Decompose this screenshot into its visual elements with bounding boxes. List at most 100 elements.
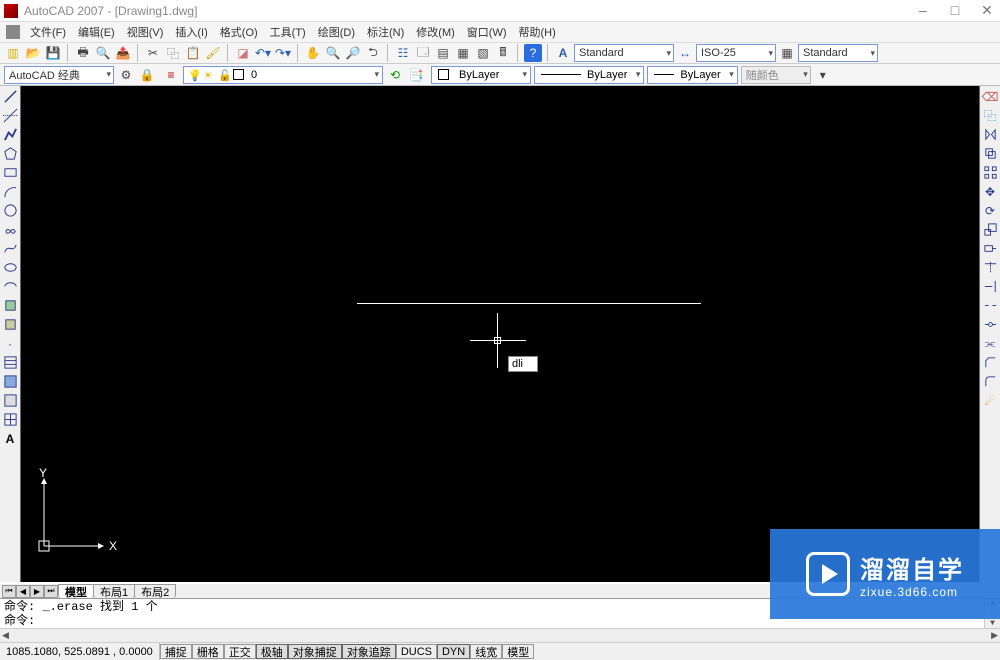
dimstyle-icon[interactable]: ↔	[676, 44, 694, 62]
tablestyle-icon[interactable]: ▦	[778, 44, 796, 62]
pline-icon[interactable]	[2, 126, 19, 143]
menu-window[interactable]: 窗口(W)	[461, 22, 513, 42]
offset-icon[interactable]	[982, 145, 999, 162]
mirror-icon[interactable]	[982, 126, 999, 143]
maximize-button[interactable]: □	[946, 2, 964, 19]
layer-prev-icon[interactable]: ⟲	[386, 66, 404, 84]
ellipse-arc-icon[interactable]	[2, 278, 19, 295]
trim-icon[interactable]	[982, 259, 999, 276]
snap-toggle[interactable]: 捕捉	[160, 644, 192, 659]
match-icon[interactable]: 🖌	[204, 44, 222, 62]
pan-icon[interactable]: ✋	[304, 44, 322, 62]
grid-toggle[interactable]: 栅格	[192, 644, 224, 659]
menu-dim[interactable]: 标注(N)	[361, 22, 410, 42]
osnap-toggle[interactable]: 对象捕捉	[288, 644, 342, 659]
point-icon[interactable]: ·	[2, 335, 19, 352]
table-icon[interactable]	[2, 411, 19, 428]
workspace-settings-icon[interactable]: ⚙	[117, 66, 135, 84]
ortho-toggle[interactable]: 正交	[224, 644, 256, 659]
table-style-dropdown[interactable]: Standard	[798, 44, 878, 62]
cut-icon[interactable]: ✂	[144, 44, 162, 62]
color-dropdown[interactable]: ByLayer	[431, 66, 531, 84]
fillet-icon[interactable]	[982, 373, 999, 390]
menu-draw[interactable]: 绘图(D)	[312, 22, 361, 42]
gradient-icon[interactable]	[2, 373, 19, 390]
zoom-win-icon[interactable]: 🔎	[344, 44, 362, 62]
linetype-dropdown[interactable]: ByLayer	[534, 66, 644, 84]
array-icon[interactable]	[982, 164, 999, 181]
spline-icon[interactable]	[2, 240, 19, 257]
workspace-lock-icon[interactable]: 🔒	[138, 66, 156, 84]
plotstyle-dropdown[interactable]: 随颜色	[741, 66, 811, 84]
layer-states-icon[interactable]: 📑	[407, 66, 425, 84]
tab-layout1[interactable]: 布局1	[93, 584, 135, 598]
lwt-toggle[interactable]: 线宽	[470, 644, 502, 659]
polygon-icon[interactable]	[2, 145, 19, 162]
model-toggle[interactable]: 模型	[502, 644, 534, 659]
arc-icon[interactable]	[2, 183, 19, 200]
redo-icon[interactable]: ↷▾	[274, 44, 292, 62]
menu-tools[interactable]: 工具(T)	[264, 22, 312, 42]
workspace-dropdown[interactable]: AutoCAD 经典	[4, 66, 114, 84]
copy-icon[interactable]: ⿻	[164, 44, 182, 62]
markup-icon[interactable]: ▧	[474, 44, 492, 62]
properties-icon[interactable]: ☷	[394, 44, 412, 62]
tab-model[interactable]: 模型	[58, 584, 94, 598]
close-button[interactable]: ✕	[978, 2, 996, 19]
print-icon[interactable]: 🖶	[74, 44, 92, 62]
dynamic-input[interactable]: dli	[508, 356, 538, 372]
tab-next-icon[interactable]: ▶	[30, 585, 44, 598]
menu-help[interactable]: 帮助(H)	[513, 22, 562, 42]
join-icon[interactable]: ⫘	[982, 335, 999, 352]
erase-icon[interactable]: ⌫	[982, 88, 999, 105]
lineweight-dropdown[interactable]: ByLayer	[647, 66, 737, 84]
menu-insert[interactable]: 插入(I)	[169, 22, 213, 42]
tab-layout2[interactable]: 布局2	[134, 584, 176, 598]
break-icon[interactable]	[982, 297, 999, 314]
publish-icon[interactable]: 📤	[114, 44, 132, 62]
scroll-right-icon[interactable]: ▶	[991, 630, 998, 641]
explode-icon[interactable]: ☄	[982, 392, 999, 409]
ellipse-icon[interactable]	[2, 259, 19, 276]
tool-palette-icon[interactable]: ▤	[434, 44, 452, 62]
drawing-viewport[interactable]: dli X Y	[20, 86, 980, 582]
dyn-toggle[interactable]: DYN	[437, 644, 470, 659]
otrack-toggle[interactable]: 对象追踪	[342, 644, 396, 659]
insert-block-icon[interactable]	[2, 297, 19, 314]
sheetset-icon[interactable]: ▦	[454, 44, 472, 62]
dim-style-dropdown[interactable]: ISO-25	[696, 44, 776, 62]
preview-icon[interactable]: 🔍	[94, 44, 112, 62]
tab-last-icon[interactable]: ⏭	[44, 585, 58, 598]
layer-dropdown[interactable]: 💡 ☀ 🔓 0	[183, 66, 383, 84]
revcloud-icon[interactable]	[2, 221, 19, 238]
new-icon[interactable]: ▥	[4, 44, 22, 62]
zoom-rt-icon[interactable]: 🔍	[324, 44, 342, 62]
chamfer-icon[interactable]	[982, 354, 999, 371]
stretch-icon[interactable]	[982, 240, 999, 257]
layer-manager-icon[interactable]: ≡	[162, 66, 180, 84]
zoom-prev-icon[interactable]: ⮌	[364, 44, 382, 62]
scroll-left-icon[interactable]: ◀	[2, 630, 9, 641]
minimize-button[interactable]: –	[914, 2, 932, 19]
menu-view[interactable]: 视图(V)	[121, 22, 170, 42]
break-at-icon[interactable]	[982, 316, 999, 333]
menu-modify[interactable]: 修改(M)	[410, 22, 461, 42]
h-scrollbar[interactable]: ◀ ▶	[0, 628, 1000, 642]
ducs-toggle[interactable]: DUCS	[396, 644, 437, 659]
line-icon[interactable]	[2, 88, 19, 105]
text-style-dropdown[interactable]: Standard	[574, 44, 674, 62]
mtext-icon[interactable]: A	[2, 430, 19, 447]
tab-first-icon[interactable]: ⏮	[2, 585, 16, 598]
undo-icon[interactable]: ↶▾	[254, 44, 272, 62]
coordinate-display[interactable]: 1085.1080, 525.0891 , 0.0000	[0, 643, 160, 660]
menu-edit[interactable]: 编辑(E)	[72, 22, 121, 42]
hatch-icon[interactable]	[2, 354, 19, 371]
scale-icon[interactable]	[982, 221, 999, 238]
move-icon[interactable]: ✥	[982, 183, 999, 200]
copy-obj-icon[interactable]: ⿻	[982, 107, 999, 124]
menu-file[interactable]: 文件(F)	[24, 22, 72, 42]
paste-icon[interactable]: 📋	[184, 44, 202, 62]
calc-icon[interactable]: 🖩	[494, 44, 512, 62]
dc-icon[interactable]: 🗔	[414, 44, 432, 62]
extend-icon[interactable]	[982, 278, 999, 295]
